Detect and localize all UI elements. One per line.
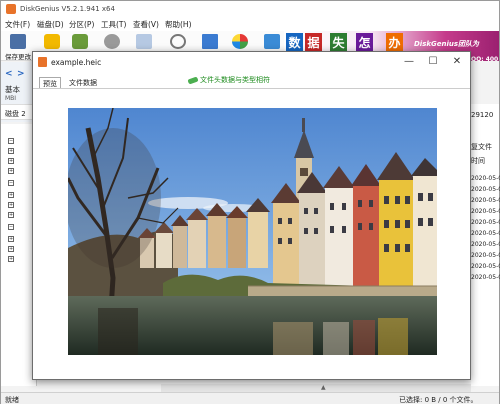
tree-canopy: [68, 128, 161, 268]
banner-text: DiskGenius团队为: [414, 40, 480, 48]
close-button[interactable]: ✕: [447, 55, 467, 69]
file-date: 2020-05-0: [471, 252, 500, 259]
selection-summary: 已选择: 0 B / 0 个文件。: [399, 396, 478, 404]
file-date: 2020-05-0: [471, 197, 500, 204]
horizontal-scrollbar[interactable]: ▲: [161, 384, 471, 392]
banner-tile: 数: [286, 33, 303, 53]
save-changes-button[interactable]: 保存更改: [5, 33, 31, 61]
tree-expand-toggle[interactable]: +: [8, 148, 14, 154]
file-icon: [38, 57, 47, 67]
tree-expand-toggle[interactable]: −: [8, 180, 14, 186]
file-date: 2020-05-0: [471, 186, 500, 193]
minimize-button[interactable]: —: [399, 55, 419, 69]
file-date: 2020-05-0: [471, 263, 500, 270]
preview-image: [68, 108, 437, 355]
monitor-icon: [264, 34, 280, 49]
recover-files-icon: [72, 34, 88, 49]
status-bar: 就绪 已选择: 0 B / 0 个文件。: [1, 392, 499, 404]
status-text: 就绪: [5, 396, 19, 404]
file-date: 2020-05-0: [471, 241, 500, 248]
file-type-match-link[interactable]: 文件头数据与类型相符: [187, 75, 270, 85]
tree-expand-toggle[interactable]: −: [8, 138, 14, 144]
maximize-button[interactable]: ☐: [423, 55, 443, 69]
main-titlebar: DiskGenius V5.2.1.941 x64: [1, 1, 499, 17]
file-list-pane: QQ: 400 29120 复文件 时间 2020-05-0 2020-05-0…: [471, 56, 500, 386]
tree-expand-toggle[interactable]: +: [8, 256, 14, 262]
menu-disk[interactable]: 磁盘(D): [37, 19, 64, 30]
backup-icon: [232, 34, 248, 49]
banner-tile: 据: [305, 33, 322, 53]
check-icon: [187, 75, 199, 85]
tree-expand-toggle[interactable]: +: [8, 202, 14, 208]
disk-size-value: 29120: [471, 111, 494, 119]
tab-file-data[interactable]: 文件数据: [66, 77, 100, 88]
main-window-title: DiskGenius V5.2.1.941 x64: [20, 5, 115, 13]
tree-expand-toggle[interactable]: +: [8, 192, 14, 198]
menu-partition[interactable]: 分区(P): [69, 19, 94, 30]
save-icon: [10, 34, 26, 49]
menu-tools[interactable]: 工具(T): [101, 19, 126, 30]
quick-partition-icon: [104, 34, 120, 49]
dialog-tabs: 预览 文件数据 文件头数据与类型相符: [33, 72, 470, 88]
format-icon: [170, 34, 186, 49]
partition-style-label: MBI: [5, 95, 17, 102]
menubar: 文件(F) 磁盘(D) 分区(P) 工具(T) 查看(V) 帮助(H): [1, 17, 499, 31]
tree-expand-toggle[interactable]: +: [8, 158, 14, 164]
dialog-title: example.heic: [51, 58, 102, 67]
disk-type-label: 基本: [5, 85, 20, 94]
nav-back-button[interactable]: <: [5, 69, 13, 79]
tree-expand-toggle[interactable]: +: [8, 212, 14, 218]
file-date: 2020-05-0: [471, 274, 500, 281]
banner-tile: 怎: [356, 33, 373, 53]
tree-expand-toggle[interactable]: +: [8, 236, 14, 242]
file-date: 2020-05-0: [471, 230, 500, 237]
scroll-up-arrow-icon[interactable]: ▲: [321, 385, 327, 391]
app-logo-icon: [6, 4, 16, 14]
column-header-recover-file: 复文件: [471, 143, 492, 151]
file-date: 2020-05-0: [471, 208, 500, 215]
tab-preview[interactable]: 预览: [39, 77, 61, 88]
new-partition-icon: [136, 34, 152, 49]
trash-icon: [202, 34, 218, 49]
column-header-time: 时间: [471, 157, 485, 165]
file-preview-dialog: example.heic — ☐ ✕ 预览 文件数据 文件头数据与类型相符: [32, 51, 471, 380]
qq-contact: QQ: 400: [471, 56, 499, 63]
search-partition-icon: [44, 34, 60, 49]
menu-view[interactable]: 查看(V): [133, 19, 159, 30]
menu-help[interactable]: 帮助(H): [165, 19, 192, 30]
banner-tile: 失: [330, 33, 347, 53]
disk-label: 磁盘 2: [5, 110, 26, 118]
file-date: 2020-05-0: [471, 219, 500, 226]
tree-expand-toggle[interactable]: +: [8, 246, 14, 252]
tree-expand-toggle[interactable]: +: [8, 168, 14, 174]
menu-file[interactable]: 文件(F): [5, 19, 30, 30]
dialog-titlebar[interactable]: example.heic — ☐ ✕: [33, 52, 470, 72]
nav-forward-button[interactable]: >: [17, 69, 25, 79]
file-type-match-text: 文件头数据与类型相符: [200, 76, 270, 84]
banner-tile: 办: [386, 33, 403, 53]
tree-expand-toggle[interactable]: −: [8, 224, 14, 230]
file-date: 2020-05-0: [471, 175, 500, 182]
